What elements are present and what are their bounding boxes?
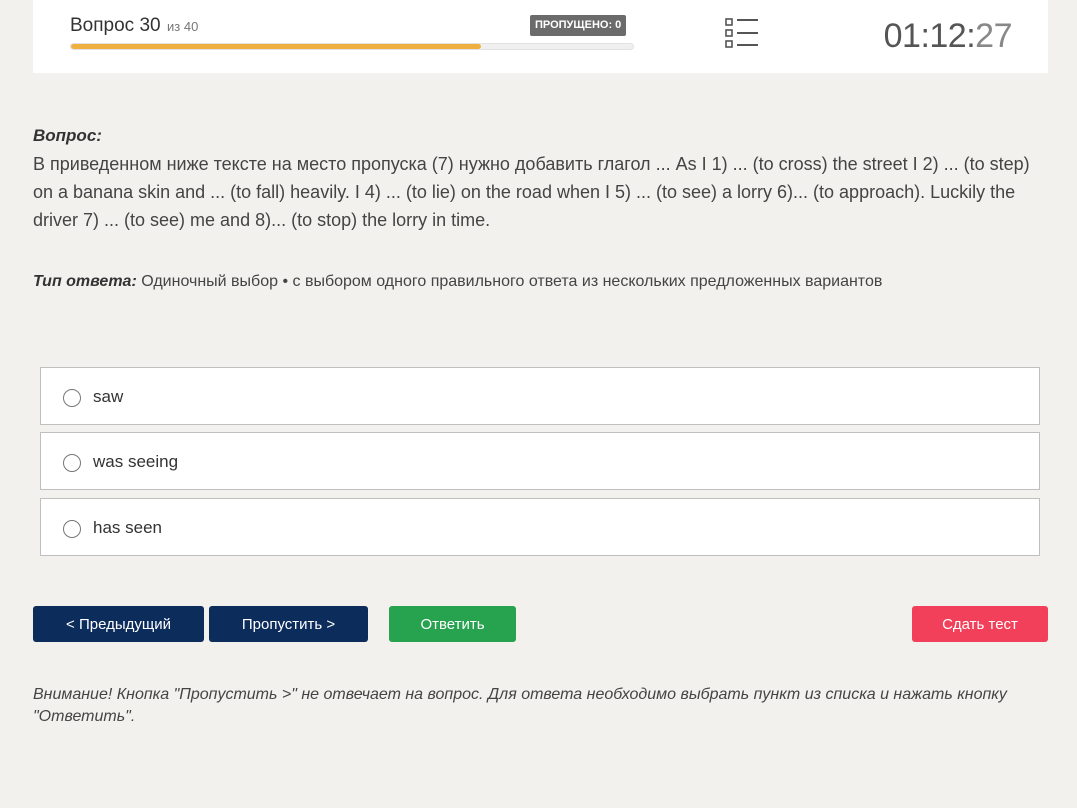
timer: 01:12:27 — [883, 17, 1013, 56]
previous-button[interactable]: < Предыдущий — [33, 606, 204, 642]
answer-option[interactable]: saw — [40, 367, 1040, 425]
timer-seconds: 27 — [975, 17, 1012, 55]
question-heading: Вопрос: — [33, 126, 102, 145]
question-counter: Вопрос 30 из 40 — [70, 15, 198, 37]
answer-type: Тип ответа: Одиночный выбор • с выбором … — [33, 273, 1048, 291]
answer-option[interactable]: has seen — [40, 498, 1040, 556]
answer-option-label: saw — [93, 387, 124, 406]
notice-text: Внимание! Кнопка "Пропустить >" не отвеч… — [33, 686, 1007, 725]
answer-option-label: has seen — [93, 518, 162, 537]
timer-hours-minutes: 01:12 — [883, 17, 967, 55]
radio-button[interactable] — [63, 389, 81, 407]
answer-button[interactable]: Ответить — [389, 606, 516, 642]
skipped-badge: ПРОПУЩЕНО: 0 — [530, 15, 627, 36]
timer-separator: : — [966, 17, 976, 55]
answer-type-value: Одиночный выбор • с выбором одного прави… — [141, 273, 883, 290]
radio-button[interactable] — [63, 454, 81, 472]
question-number: Вопрос 30 — [70, 15, 161, 36]
question-total: из 40 — [167, 19, 199, 34]
question-list-icon[interactable] — [725, 17, 759, 49]
question-text: В приведенном ниже тексте на место пропу… — [33, 154, 1030, 230]
answer-option[interactable]: was seeing — [40, 432, 1040, 490]
finish-test-button[interactable]: Сдать тест — [912, 606, 1048, 642]
answer-type-label: Тип ответа: — [33, 273, 137, 290]
skip-button[interactable]: Пропустить > — [209, 606, 368, 642]
answer-option-label: was seeing — [93, 452, 179, 471]
progress-fill — [71, 44, 482, 49]
quiz-header: Вопрос 30 из 40 ПРОПУЩЕНО: 0 01:12:27 — [33, 0, 1048, 73]
radio-button[interactable] — [63, 520, 81, 538]
progress-bar — [70, 43, 634, 50]
